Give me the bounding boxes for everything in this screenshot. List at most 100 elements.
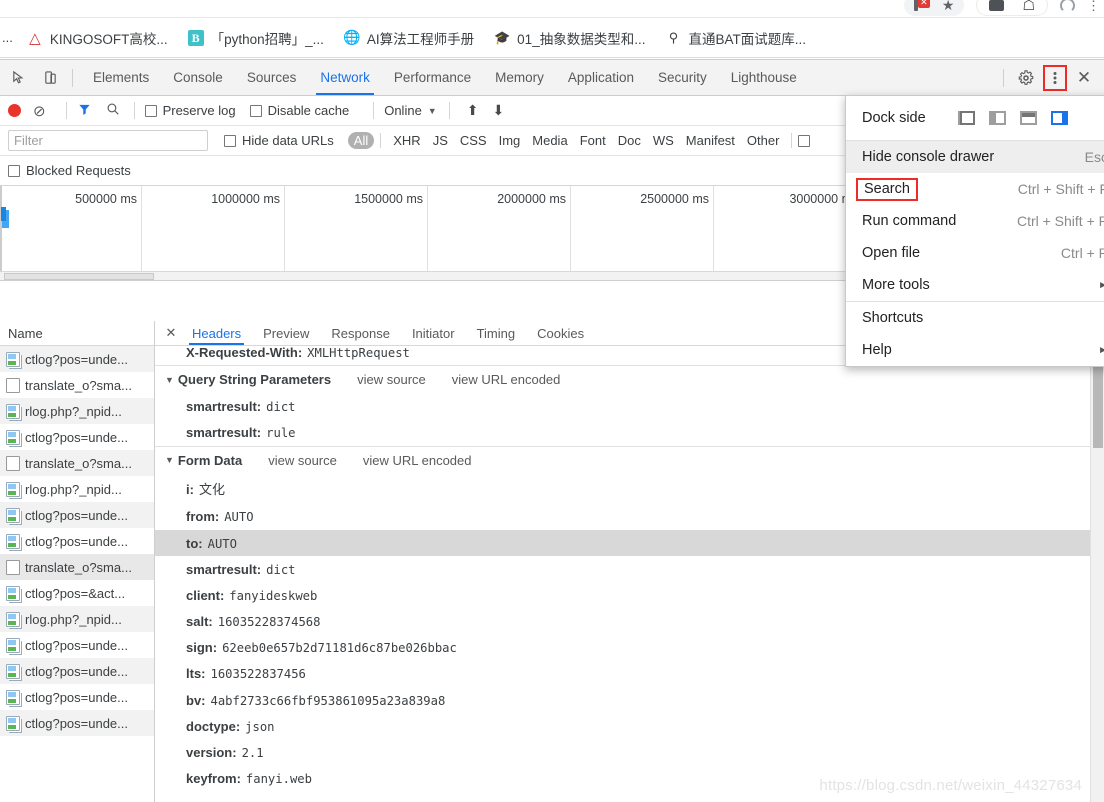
request-list-body[interactable]: ctlog?pos=unde... translate_o?sma... rlog.…	[0, 346, 154, 802]
request-list-item[interactable]: ctlog?pos=unde...	[0, 684, 154, 710]
inspect-element-icon[interactable]	[4, 64, 32, 92]
bookmark-item-ai-handbook[interactable]: 🌐 AI算法工程师手册	[336, 25, 482, 51]
home-icon[interactable]: ☖	[1022, 0, 1035, 12]
request-list-item[interactable]: rlog.php?_npid...	[0, 476, 154, 502]
filter-type-xhr[interactable]: XHR	[387, 132, 426, 149]
blocked-requests-checkbox[interactable]: Blocked Requests	[8, 163, 131, 178]
tab-console[interactable]: Console	[161, 60, 235, 95]
filter-type-other[interactable]: Other	[741, 132, 786, 149]
menu-item-search[interactable]: Search Ctrl + Shift + F	[846, 173, 1104, 205]
undock-into-separate-window-icon[interactable]	[957, 111, 975, 125]
filter-type-js[interactable]: JS	[427, 132, 454, 149]
filter-type-media[interactable]: Media	[526, 132, 573, 149]
chevron-down-icon[interactable]: ▼	[165, 375, 174, 385]
form-data-section-header[interactable]: ▼ Form Data view source view URL encoded	[155, 445, 1104, 474]
hide-data-urls-checkbox[interactable]: Hide data URLs	[224, 133, 334, 148]
checkbox-box[interactable]	[8, 165, 20, 177]
request-list-item[interactable]: translate_o?sma...	[0, 450, 154, 476]
detail-tab-timing[interactable]: Timing	[466, 321, 527, 345]
close-detail-icon[interactable]: ✕	[161, 325, 181, 341]
request-list-item[interactable]: rlog.php?_npid...	[0, 606, 154, 632]
import-har-icon[interactable]: ⬆	[467, 102, 479, 119]
request-list-item[interactable]: ctlog?pos=unde...	[0, 528, 154, 554]
view-source-link[interactable]: view source	[268, 453, 337, 468]
filter-type-ws[interactable]: WS	[647, 132, 680, 149]
param-value: fanyi.web	[245, 772, 312, 787]
request-list-item[interactable]: ctlog?pos=unde...	[0, 658, 154, 684]
bookmark-item-bat-interview[interactable]: ⚲ 直通BAT面试题库...	[657, 25, 814, 51]
checkbox-box[interactable]	[249, 105, 262, 117]
chevron-down-icon[interactable]: ▼	[428, 106, 437, 116]
request-list-item[interactable]: rlog.php?_npid...	[0, 398, 154, 424]
disable-cache-checkbox[interactable]: Disable cache	[249, 103, 349, 118]
request-list-item[interactable]: ctlog?pos=unde...	[0, 346, 154, 372]
tab-network[interactable]: Network	[308, 60, 382, 95]
tab-memory[interactable]: Memory	[483, 60, 556, 95]
export-har-icon[interactable]: ⬇	[492, 102, 504, 119]
request-list-item[interactable]: ctlog?pos=unde...	[0, 632, 154, 658]
more-options-icon[interactable]	[1043, 64, 1067, 91]
dock-to-left-icon[interactable]	[988, 111, 1006, 125]
detail-vertical-scrollbar[interactable]	[1090, 346, 1104, 802]
tab-sources[interactable]: Sources	[235, 60, 309, 95]
filter-type-doc[interactable]: Doc	[612, 132, 647, 149]
close-devtools-icon[interactable]: ✕	[1070, 64, 1098, 92]
request-list-item[interactable]: ctlog?pos=unde...	[0, 424, 154, 450]
filter-input[interactable]	[8, 130, 208, 151]
view-url-encoded-link[interactable]: view URL encoded	[363, 453, 472, 468]
checkbox-box[interactable]	[224, 135, 236, 147]
menu-item-more-tools[interactable]: More tools ►	[846, 269, 1104, 301]
dock-to-bottom-icon[interactable]	[1019, 111, 1037, 125]
detail-tab-initiator[interactable]: Initiator	[401, 321, 466, 345]
preserve-log-checkbox[interactable]: Preserve log	[144, 103, 236, 118]
detail-tab-cookies[interactable]: Cookies	[526, 321, 595, 345]
bookmark-item-python-job[interactable]: B 「python招聘」_...	[180, 25, 332, 51]
search-button[interactable]	[106, 102, 120, 119]
more-vert-icon[interactable]: ⋮	[1087, 0, 1100, 12]
detail-tab-headers[interactable]: Headers	[181, 321, 252, 345]
menu-item-run-command[interactable]: Run command Ctrl + Shift + P	[846, 205, 1104, 237]
chevron-down-icon[interactable]: ▼	[165, 455, 174, 465]
filter-type-css[interactable]: CSS	[454, 132, 493, 149]
bookmark-star-icon[interactable]: ★	[942, 0, 955, 12]
menu-item-hide-console-drawer[interactable]: Hide console drawer Esc	[846, 141, 1104, 173]
view-url-encoded-link[interactable]: view URL encoded	[452, 372, 561, 387]
bookmarks-overflow-ellipsis[interactable]: ...	[0, 30, 19, 45]
blocked-popup-icon[interactable]	[913, 0, 930, 12]
overview-window-handle[interactable]	[4, 273, 154, 280]
checkbox-box[interactable]	[144, 105, 157, 117]
detail-tab-preview[interactable]: Preview	[252, 321, 320, 345]
menu-item-open-file[interactable]: Open file Ctrl + P	[846, 237, 1104, 269]
profile-icon[interactable]	[1060, 0, 1075, 13]
request-list-item[interactable]: translate_o?sma...	[0, 554, 154, 580]
media-icon[interactable]	[989, 0, 1005, 11]
request-list-item[interactable]: translate_o?sma...	[0, 372, 154, 398]
record-button[interactable]	[8, 104, 21, 117]
tab-application[interactable]: Application	[556, 60, 646, 95]
settings-gear-icon[interactable]	[1012, 64, 1040, 92]
request-list-item[interactable]: ctlog?pos=unde...	[0, 502, 154, 528]
device-toolbar-icon[interactable]	[36, 64, 64, 92]
query-string-parameters-section-header[interactable]: ▼ Query String Parameters view source vi…	[155, 365, 1104, 393]
throttling-select-value[interactable]: Online	[384, 103, 422, 118]
request-list-item[interactable]: ctlog?pos=&act...	[0, 580, 154, 606]
bookmark-item-kingosoft[interactable]: △ KINGOSOFT高校...	[19, 25, 176, 51]
filter-type-img[interactable]: Img	[493, 132, 527, 149]
filter-button[interactable]	[77, 102, 92, 120]
request-list-item[interactable]: ctlog?pos=unde...	[0, 710, 154, 736]
menu-item-shortcuts[interactable]: Shortcuts	[846, 302, 1104, 334]
filter-type-manifest[interactable]: Manifest	[680, 132, 741, 149]
tab-elements[interactable]: Elements	[81, 60, 161, 95]
filter-type-font[interactable]: Font	[574, 132, 612, 149]
view-source-link[interactable]: view source	[357, 372, 426, 387]
clear-button[interactable]: ⊘	[33, 102, 46, 120]
dock-to-right-icon[interactable]	[1050, 111, 1068, 125]
detail-tab-response[interactable]: Response	[320, 321, 401, 345]
menu-item-help[interactable]: Help ►	[846, 334, 1104, 366]
tab-performance[interactable]: Performance	[382, 60, 483, 95]
filter-type-all[interactable]: All	[347, 132, 375, 149]
tab-lighthouse[interactable]: Lighthouse	[719, 60, 809, 95]
bookmark-item-abstract-datatype[interactable]: 🎓 01_抽象数据类型和...	[486, 25, 653, 51]
has-blocked-cookies-checkbox[interactable]	[798, 134, 811, 147]
tab-security[interactable]: Security	[646, 60, 719, 95]
